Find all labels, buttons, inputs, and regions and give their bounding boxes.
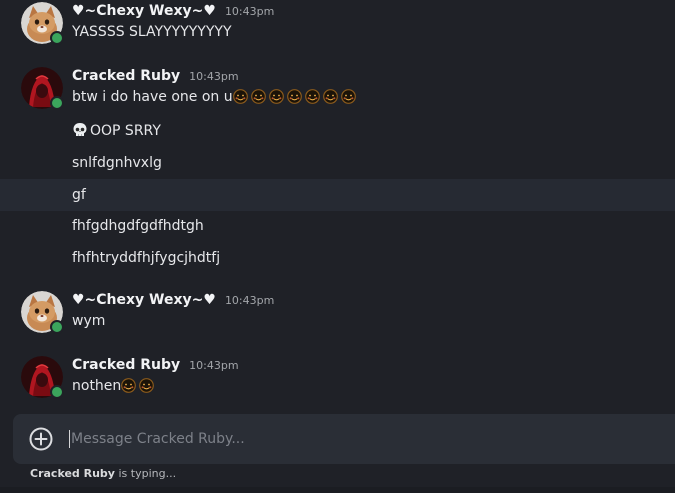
message-text: YASSSS SLAYYYYYYYYY (72, 24, 232, 40)
blush-emoji-icon (121, 378, 137, 393)
message-text: btw i do have one on u (72, 82, 359, 112)
text-caret (69, 430, 70, 448)
message-input-bar[interactable]: Message Cracked Ruby... (13, 414, 675, 464)
blush-emoji-icon (232, 89, 248, 104)
message-input[interactable]: Message Cracked Ruby... (71, 414, 245, 464)
message-text: nothen (72, 371, 157, 401)
emoji-row (121, 378, 157, 394)
message-row: fhfhtryddfhjfygcjhdtfj (0, 243, 675, 273)
typing-indicator: Cracked Ruby is typing... (30, 467, 176, 480)
message-text: OOP SRRY (72, 116, 161, 146)
message-text: fhfgdhgdfgdfhdtgh (72, 218, 204, 234)
typing-text: is typing... (118, 467, 177, 480)
message-text: wym (72, 313, 106, 329)
message-text-content: nothen (72, 378, 122, 394)
message-row: snlfdgnhvxlg (0, 148, 675, 178)
message-text: fhfhtryddfhjfygcjhdtfj (72, 250, 221, 266)
message-text-content: OOP SRRY (90, 123, 161, 139)
message-row: nothen (0, 371, 675, 401)
footer-strip (0, 487, 675, 493)
blush-emoji-icon (139, 378, 155, 393)
blush-emoji-icon (304, 89, 320, 104)
message-row-hovered[interactable]: gf (0, 179, 675, 211)
emoji-row (232, 89, 359, 105)
message-row: wym (0, 306, 675, 336)
blush-emoji-icon (286, 89, 302, 104)
message-row: OOP SRRY (0, 116, 675, 146)
blush-emoji-icon (268, 89, 284, 104)
blush-emoji-icon (250, 89, 266, 104)
typing-user: Cracked Ruby (30, 467, 115, 480)
message-text: snlfdgnhvxlg (72, 155, 162, 171)
blush-emoji-icon (340, 89, 356, 104)
skull-emoji-icon (73, 123, 87, 136)
message-row: btw i do have one on u (0, 82, 675, 112)
message-text-content: btw i do have one on u (72, 89, 233, 105)
message-row: fhfgdhgdfgdfhdtgh (0, 211, 675, 241)
message-text: gf (72, 187, 86, 203)
message-list: ♥~Chexy Wexy~♥ 10:43pm YASSSS SLAYYYYYYY… (0, 0, 675, 410)
message-row: YASSSS SLAYYYYYYYYY (0, 17, 675, 47)
blush-emoji-icon (322, 89, 338, 104)
add-attachment-icon[interactable] (29, 427, 53, 451)
